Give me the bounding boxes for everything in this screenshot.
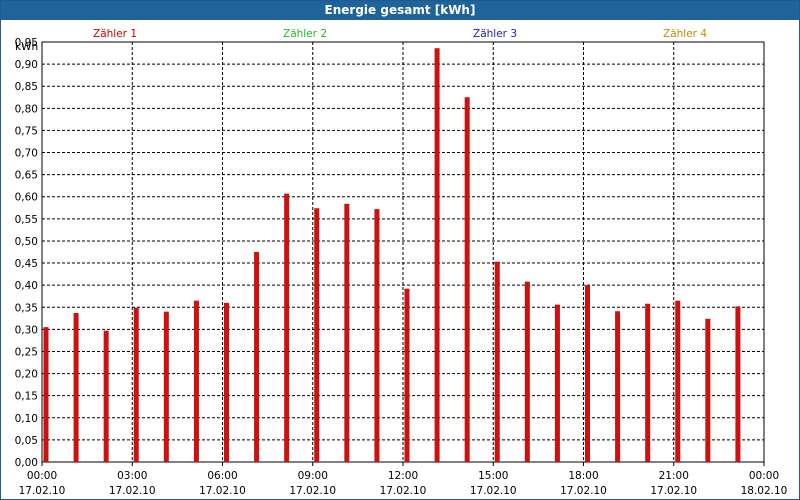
- x-tick-time: 06:00: [207, 470, 237, 482]
- y-tick-label: 0,05: [15, 435, 38, 447]
- legend-entry: Zähler 1: [93, 28, 137, 40]
- legend-entry: Zähler 3: [473, 28, 517, 40]
- y-tick-label: 0,35: [15, 302, 38, 314]
- x-tick-date: 18.02.10: [741, 485, 788, 497]
- y-tick-label: 0,30: [15, 324, 38, 336]
- data-bar: [163, 311, 169, 462]
- y-tick-label: 0,50: [15, 236, 38, 248]
- x-tick-time: 21:00: [659, 470, 689, 482]
- data-bar: [735, 306, 741, 462]
- y-tick-label: 0,00: [15, 457, 38, 469]
- y-tick-label: 0,55: [15, 214, 38, 226]
- x-tick-time: 00:00: [749, 470, 779, 482]
- data-bar: [645, 303, 651, 462]
- data-bar: [434, 48, 440, 462]
- x-tick-time: 12:00: [388, 470, 418, 482]
- data-bar: [133, 307, 139, 462]
- legend-entry: Zähler 4: [663, 28, 707, 40]
- y-tick-label: 0,25: [15, 346, 38, 358]
- y-tick-label: 0,45: [15, 258, 38, 270]
- data-bar: [73, 313, 79, 462]
- y-tick-label: 0,90: [15, 59, 38, 71]
- legend-entry: Zähler 2: [283, 28, 327, 40]
- x-tick-date: 17.02.10: [560, 485, 607, 497]
- y-tick-label: 0,40: [15, 280, 38, 292]
- data-bar: [675, 300, 681, 462]
- data-bar: [524, 281, 530, 462]
- data-bar: [585, 285, 590, 462]
- x-tick-date: 17.02.10: [470, 485, 517, 497]
- data-bar: [404, 288, 410, 462]
- x-tick-time: 18:00: [568, 470, 598, 482]
- y-tick-label: 0,70: [15, 148, 38, 160]
- x-tick-date: 17.02.10: [109, 485, 156, 497]
- data-bar: [494, 261, 500, 462]
- chart-canvas: 0,00 0,05 0,10 0,15 0,20 0,25 0,30 0,35 0,40 0,45…: [15, 28, 788, 497]
- x-tick-time: 15:00: [478, 470, 508, 482]
- x-tick-date: 17.02.10: [19, 485, 66, 497]
- data-bar: [314, 208, 320, 462]
- y-tick-label: 0,80: [15, 103, 38, 115]
- data-bar: [464, 97, 470, 463]
- data-bar: [615, 311, 621, 462]
- data-bar: [103, 330, 109, 462]
- data-bar: [254, 252, 260, 462]
- x-tick-time: 09:00: [298, 470, 328, 482]
- y-axis-label: kWh: [15, 41, 38, 53]
- x-tick-time: 00:00: [27, 470, 57, 482]
- chart-title: Energie gesamt [kWh]: [1, 1, 799, 20]
- y-tick-label: 0,60: [15, 192, 38, 204]
- data-bar: [43, 327, 49, 462]
- x-tick-date: 17.02.10: [650, 485, 697, 497]
- x-tick-date: 17.02.10: [289, 485, 336, 497]
- data-bar: [224, 302, 229, 462]
- data-bar: [193, 300, 199, 462]
- data-bar: [554, 304, 560, 462]
- x-tick-date: 17.02.10: [199, 485, 246, 497]
- y-tick-label: 0,65: [15, 170, 38, 182]
- y-tick-label: 0,75: [15, 125, 38, 137]
- data-bar: [374, 209, 380, 462]
- y-tick-label: 0,15: [15, 391, 38, 403]
- x-tick-date: 17.02.10: [380, 485, 427, 497]
- y-tick-label: 0,10: [15, 413, 38, 425]
- data-bar: [705, 318, 711, 462]
- y-tick-label: 0,85: [15, 81, 38, 93]
- data-bar: [284, 193, 290, 463]
- chart-window: Energie gesamt [kWh] 0,00 0,05 0,10 0,15 0,2…: [0, 0, 800, 500]
- data-bar: [344, 203, 350, 462]
- x-tick-time: 03:00: [117, 470, 147, 482]
- y-tick-label: 0,20: [15, 369, 38, 381]
